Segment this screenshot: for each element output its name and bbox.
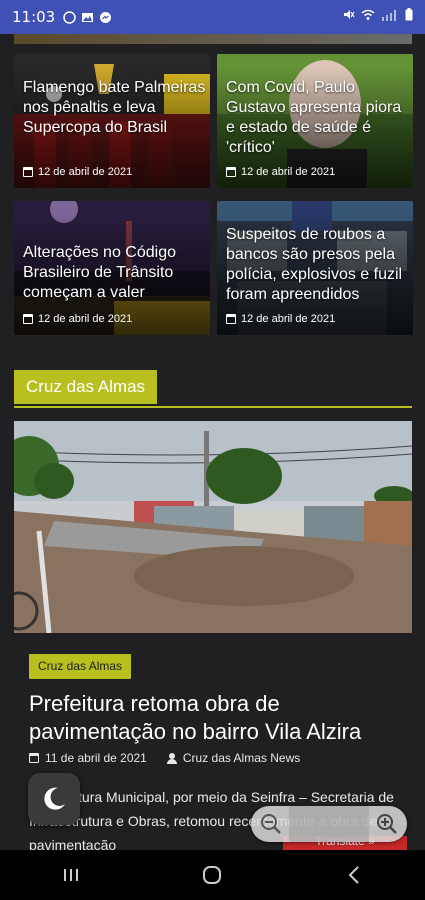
news-card[interactable]: Com Covid, Paulo Gustavo apresenta piora…: [217, 54, 413, 188]
card-date-text: 12 de abril de 2021: [38, 313, 133, 325]
mute-icon: [343, 8, 355, 26]
whatsapp-icon: [63, 10, 76, 24]
page: 11:03 Flamengo bate Palmeiras nos pênalt…: [0, 0, 425, 900]
card-date: 12 de abril de 2021: [23, 313, 132, 325]
zoom-in-button[interactable]: [373, 810, 401, 838]
calendar-icon: [29, 753, 39, 763]
card-title[interactable]: Alterações no Código Brasileiro de Trâns…: [23, 243, 206, 303]
system-nav-bar: [0, 850, 425, 900]
calendar-icon: [226, 314, 236, 324]
article-image[interactable]: [14, 421, 412, 633]
card-date-text: 12 de abril de 2021: [241, 166, 336, 178]
card-title[interactable]: Com Covid, Paulo Gustavo apresenta piora…: [226, 78, 409, 158]
zoom-out-icon: [261, 814, 281, 834]
back-button[interactable]: [334, 860, 374, 890]
section-header: Cruz das Almas: [14, 370, 412, 408]
home-icon: [203, 866, 222, 884]
article-date: 11 de abril de 2021: [45, 751, 147, 765]
card-date: 12 de abril de 2021: [226, 166, 335, 178]
calendar-icon: [23, 314, 33, 324]
back-icon: [348, 866, 359, 884]
calendar-icon: [23, 167, 33, 177]
card-date-text: 12 de abril de 2021: [38, 166, 133, 178]
article-headline[interactable]: Prefeitura retoma obra de pavimentação n…: [29, 690, 399, 746]
messenger-icon: [99, 11, 112, 24]
section-title[interactable]: Cruz das Almas: [14, 370, 158, 404]
article-meta: 11 de abril de 2021 Cruz das Almas News: [29, 751, 300, 765]
article-author[interactable]: Cruz das Almas News: [183, 751, 300, 765]
previous-card-edge: [14, 34, 412, 44]
home-button[interactable]: [192, 860, 232, 890]
card-title[interactable]: Flamengo bate Palmeiras nos pênaltis e l…: [23, 78, 206, 138]
battery-icon: [405, 8, 413, 26]
news-card[interactable]: Suspeitos de roubos a bancos são presos …: [217, 201, 413, 335]
recents-icon: [63, 869, 78, 881]
signal-icon: [381, 8, 399, 26]
user-icon: [166, 752, 177, 764]
news-card[interactable]: Alterações no Código Brasileiro de Trâns…: [14, 201, 210, 335]
wifi-icon: [361, 8, 375, 26]
card-date: 12 de abril de 2021: [226, 313, 335, 325]
status-time: 11:03: [12, 8, 56, 26]
moon-icon: [44, 787, 65, 810]
news-card[interactable]: Flamengo bate Palmeiras nos pênaltis e l…: [14, 54, 210, 188]
zoom-out-button[interactable]: [257, 810, 285, 838]
status-bar: 11:03: [0, 0, 425, 34]
zoom-control: [251, 806, 407, 842]
card-date-text: 12 de abril de 2021: [241, 313, 336, 325]
category-badge[interactable]: Cruz das Almas: [29, 654, 132, 679]
recents-button[interactable]: [51, 860, 91, 890]
image-icon: [81, 11, 94, 24]
system-icons: [343, 8, 413, 26]
card-title[interactable]: Suspeitos de roubos a bancos são presos …: [226, 225, 409, 305]
zoom-in-icon: [377, 814, 397, 834]
notification-icons: [63, 10, 112, 24]
zoom-track[interactable]: [289, 806, 369, 842]
calendar-icon: [226, 167, 236, 177]
dark-mode-toggle[interactable]: [28, 773, 80, 825]
card-date: 12 de abril de 2021: [23, 166, 132, 178]
